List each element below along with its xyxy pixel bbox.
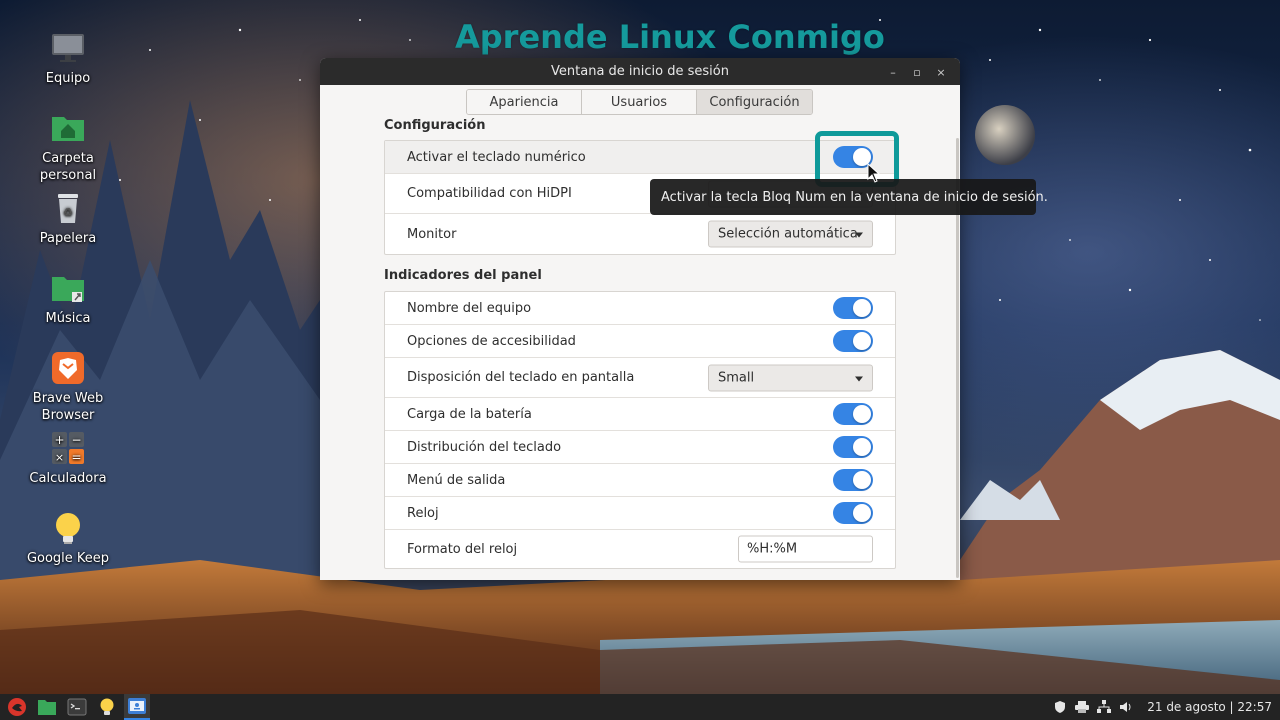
folder-icon	[38, 700, 56, 715]
switch-knob	[853, 471, 871, 489]
desktop-icon-google-keep[interactable]: Google Keep	[18, 510, 118, 567]
tab-bar: Apariencia Usuarios Configuración	[466, 89, 813, 115]
window-titlebar[interactable]: Ventana de inicio de sesión – ▫ ×	[320, 58, 960, 85]
section-title-configuracion: Configuración	[384, 118, 486, 133]
switch-knob	[853, 438, 871, 456]
row-nombre-equipo[interactable]: Nombre del equipo	[385, 292, 895, 325]
svg-text:♻: ♻	[63, 206, 73, 219]
switch-knob	[853, 299, 871, 317]
login-window-icon	[128, 698, 146, 714]
desktop-icon-label: Carpeta personal	[39, 151, 97, 183]
brave-icon	[50, 350, 86, 386]
row-label: Disposición del teclado en pantalla	[407, 370, 635, 385]
taskbar: 21 de agosto | 22:57	[0, 694, 1280, 720]
row-label: Distribución del teclado	[407, 439, 562, 455]
row-label: Compatibilidad con HiDPI	[407, 186, 572, 201]
row-label: Nombre del equipo	[407, 300, 532, 316]
svg-text:×: ×	[55, 451, 64, 464]
shield-icon[interactable]	[1049, 694, 1071, 720]
row-bateria[interactable]: Carga de la batería	[385, 398, 895, 431]
tab-configuracion[interactable]: Configuración	[697, 90, 812, 114]
row-accesibilidad[interactable]: Opciones de accesibilidad	[385, 325, 895, 358]
keep-launcher[interactable]	[94, 694, 120, 720]
row-label: Monitor	[407, 226, 457, 242]
caret-down-icon	[855, 376, 863, 381]
dropdown-value: Selección automática	[718, 226, 858, 242]
watermark-text: Aprende Linux Conmigo	[455, 18, 885, 56]
terminal-launcher[interactable]	[64, 694, 90, 720]
terminal-icon	[67, 698, 87, 716]
monitor-dropdown[interactable]: Selección automática	[708, 220, 873, 248]
calculator-icon: + − × =	[50, 430, 86, 466]
system-tray: 21 de agosto | 22:57	[1049, 694, 1280, 720]
mouse-cursor-icon	[867, 162, 881, 187]
minimize-button[interactable]: –	[884, 63, 902, 81]
printer-icon[interactable]	[1071, 694, 1093, 720]
row-label: Opciones de accesibilidad	[407, 333, 576, 349]
desktop-icon-label: Equipo	[45, 71, 91, 86]
keep-icon	[50, 510, 86, 546]
clock[interactable]: 21 de agosto | 22:57	[1137, 700, 1280, 714]
desktop-icon-calculadora[interactable]: + − × = Calculadora	[18, 430, 118, 487]
panel-indicators-list: Nombre del equipo Opciones de accesibili…	[384, 291, 896, 569]
network-icon[interactable]	[1093, 694, 1115, 720]
clock-format-input[interactable]: %H:%M	[738, 535, 873, 563]
caret-down-icon	[855, 232, 863, 238]
home-folder-icon	[50, 110, 86, 146]
desktop-icon-label: Google Keep	[26, 551, 110, 566]
window-title: Ventana de inicio de sesión	[551, 64, 729, 79]
keyboard-layout-switch[interactable]	[833, 436, 873, 458]
row-label: Reloj	[407, 505, 439, 521]
row-menu-salida[interactable]: Menú de salida	[385, 464, 895, 497]
battery-switch[interactable]	[833, 403, 873, 425]
row-label: Carga de la batería	[407, 406, 532, 422]
lightbulb-icon	[100, 698, 114, 715]
computer-icon	[50, 30, 86, 66]
app-menu-button[interactable]	[4, 694, 30, 720]
bird-logo-icon	[8, 698, 26, 716]
dropdown-value: Small	[718, 370, 755, 385]
switch-knob	[853, 332, 871, 350]
row-reloj[interactable]: Reloj	[385, 497, 895, 530]
row-monitor[interactable]: Monitor Selección automática	[385, 214, 895, 254]
tab-apariencia[interactable]: Apariencia	[467, 90, 582, 114]
desktop-icon-label: Calculadora	[29, 471, 107, 486]
svg-text:+: +	[54, 433, 64, 447]
row-label: Activar el teclado numérico	[407, 149, 586, 165]
login-settings-taskbar-item[interactable]	[124, 694, 150, 720]
hostname-switch[interactable]	[833, 297, 873, 319]
files-launcher[interactable]	[34, 694, 60, 720]
svg-text:=: =	[71, 450, 81, 464]
onscreen-keyboard-dropdown[interactable]: Small	[708, 364, 873, 391]
row-label: Formato del reloj	[407, 541, 518, 557]
desktop-icon-label: Papelera	[39, 231, 97, 246]
row-label: Menú de salida	[407, 472, 506, 488]
section-title-indicadores: Indicadores del panel	[384, 268, 542, 283]
switch-knob	[853, 504, 871, 522]
tab-usuarios[interactable]: Usuarios	[582, 90, 697, 114]
row-distribucion-teclado[interactable]: Distribución del teclado	[385, 431, 895, 464]
clock-switch[interactable]	[833, 502, 873, 524]
svg-text:−: −	[71, 433, 81, 447]
desktop-icon-label: Música	[45, 311, 91, 326]
maximize-button[interactable]: ▫	[908, 63, 926, 81]
desktop-icon-equipo[interactable]: Equipo	[18, 30, 118, 87]
switch-knob	[853, 405, 871, 423]
music-folder-icon	[50, 270, 86, 306]
accessibility-switch[interactable]	[833, 330, 873, 352]
desktop-icon-papelera[interactable]: ♻ Papelera	[18, 190, 118, 247]
row-formato-reloj[interactable]: Formato del reloj %H:%M	[385, 530, 895, 568]
desktop-icon-carpeta-personal[interactable]: Carpeta personal	[18, 110, 118, 184]
desktop-icon-label: Brave Web Browser	[32, 391, 104, 423]
power-menu-switch[interactable]	[833, 469, 873, 491]
tooltip: Activar la tecla Bloq Num en la ventana …	[650, 179, 1048, 215]
close-button[interactable]: ×	[932, 63, 950, 81]
row-teclado-pantalla[interactable]: Disposición del teclado en pantalla Smal…	[385, 358, 895, 398]
desktop-icon-musica[interactable]: Música	[18, 270, 118, 327]
volume-icon[interactable]	[1115, 694, 1137, 720]
trash-icon: ♻	[50, 190, 86, 226]
desktop-icon-brave[interactable]: Brave Web Browser	[18, 350, 118, 424]
